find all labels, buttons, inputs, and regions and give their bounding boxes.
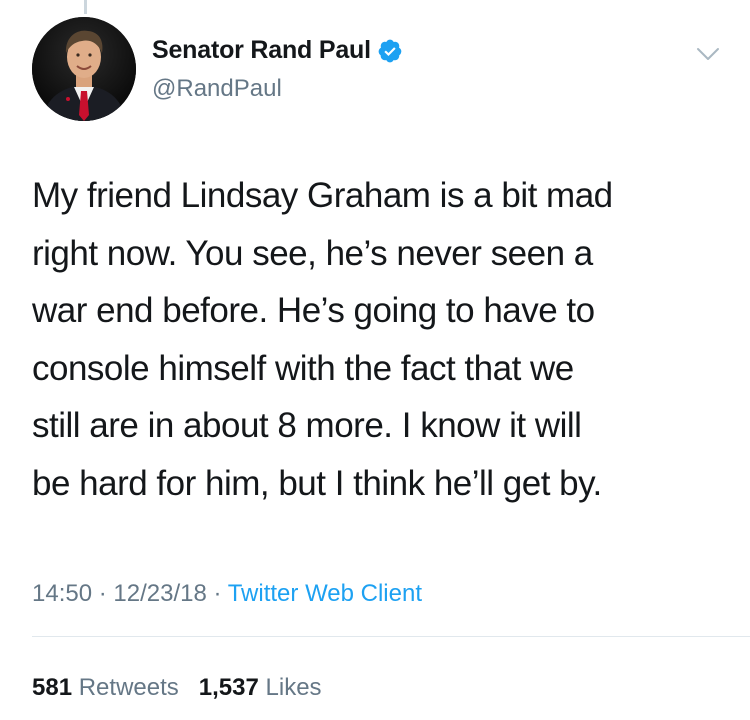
tweet-time[interactable]: 14:50 [32, 580, 92, 607]
verified-badge-icon [377, 38, 403, 64]
author-name-row[interactable]: Senator Rand Paul [152, 36, 403, 65]
tweet-text: My friend Lindsay Graham is a bit mad ri… [32, 167, 732, 512]
likes-label: Likes [265, 674, 322, 701]
tweet-text-line: be hard for him, but I think he’ll get b… [32, 463, 602, 503]
avatar[interactable] [32, 17, 136, 121]
divider [32, 636, 750, 637]
author-display-name[interactable]: Senator Rand Paul [152, 36, 371, 65]
retweets-label: Retweets [78, 674, 179, 701]
likes-count: 1,537 [198, 674, 259, 701]
tweet-text-line: My friend Lindsay Graham is a bit mad [32, 176, 613, 215]
thread-connector-line [84, 0, 87, 14]
tweet-text-line: war end before. He’s going to have to [32, 291, 595, 330]
tweet-text-line: console himself with the fact that we [32, 348, 574, 388]
tweet-text-line: right now. You see, he’s never seen a [32, 233, 593, 273]
likes-stat[interactable]: 1,537 Likes [199, 674, 322, 701]
tweet-client-link[interactable]: Twitter Web Client [228, 580, 422, 607]
tweet-text-line: still are in about 8 more. I know it wil… [32, 406, 582, 445]
meta-separator: · [92, 580, 114, 607]
tweet-metadata: 14:50 · 12/23/18 · Twitter Web Client [32, 580, 422, 608]
meta-separator: · [206, 580, 228, 607]
retweets-count: 581 [32, 674, 73, 701]
tweet-date[interactable]: 12/23/18 [113, 580, 206, 607]
chevron-down-icon[interactable] [694, 40, 722, 68]
author-handle[interactable]: @RandPaul [152, 75, 282, 103]
tweet-stats: 581 Retweets 1,537 Likes [32, 674, 322, 702]
retweets-stat[interactable]: 581 Retweets [32, 674, 185, 701]
